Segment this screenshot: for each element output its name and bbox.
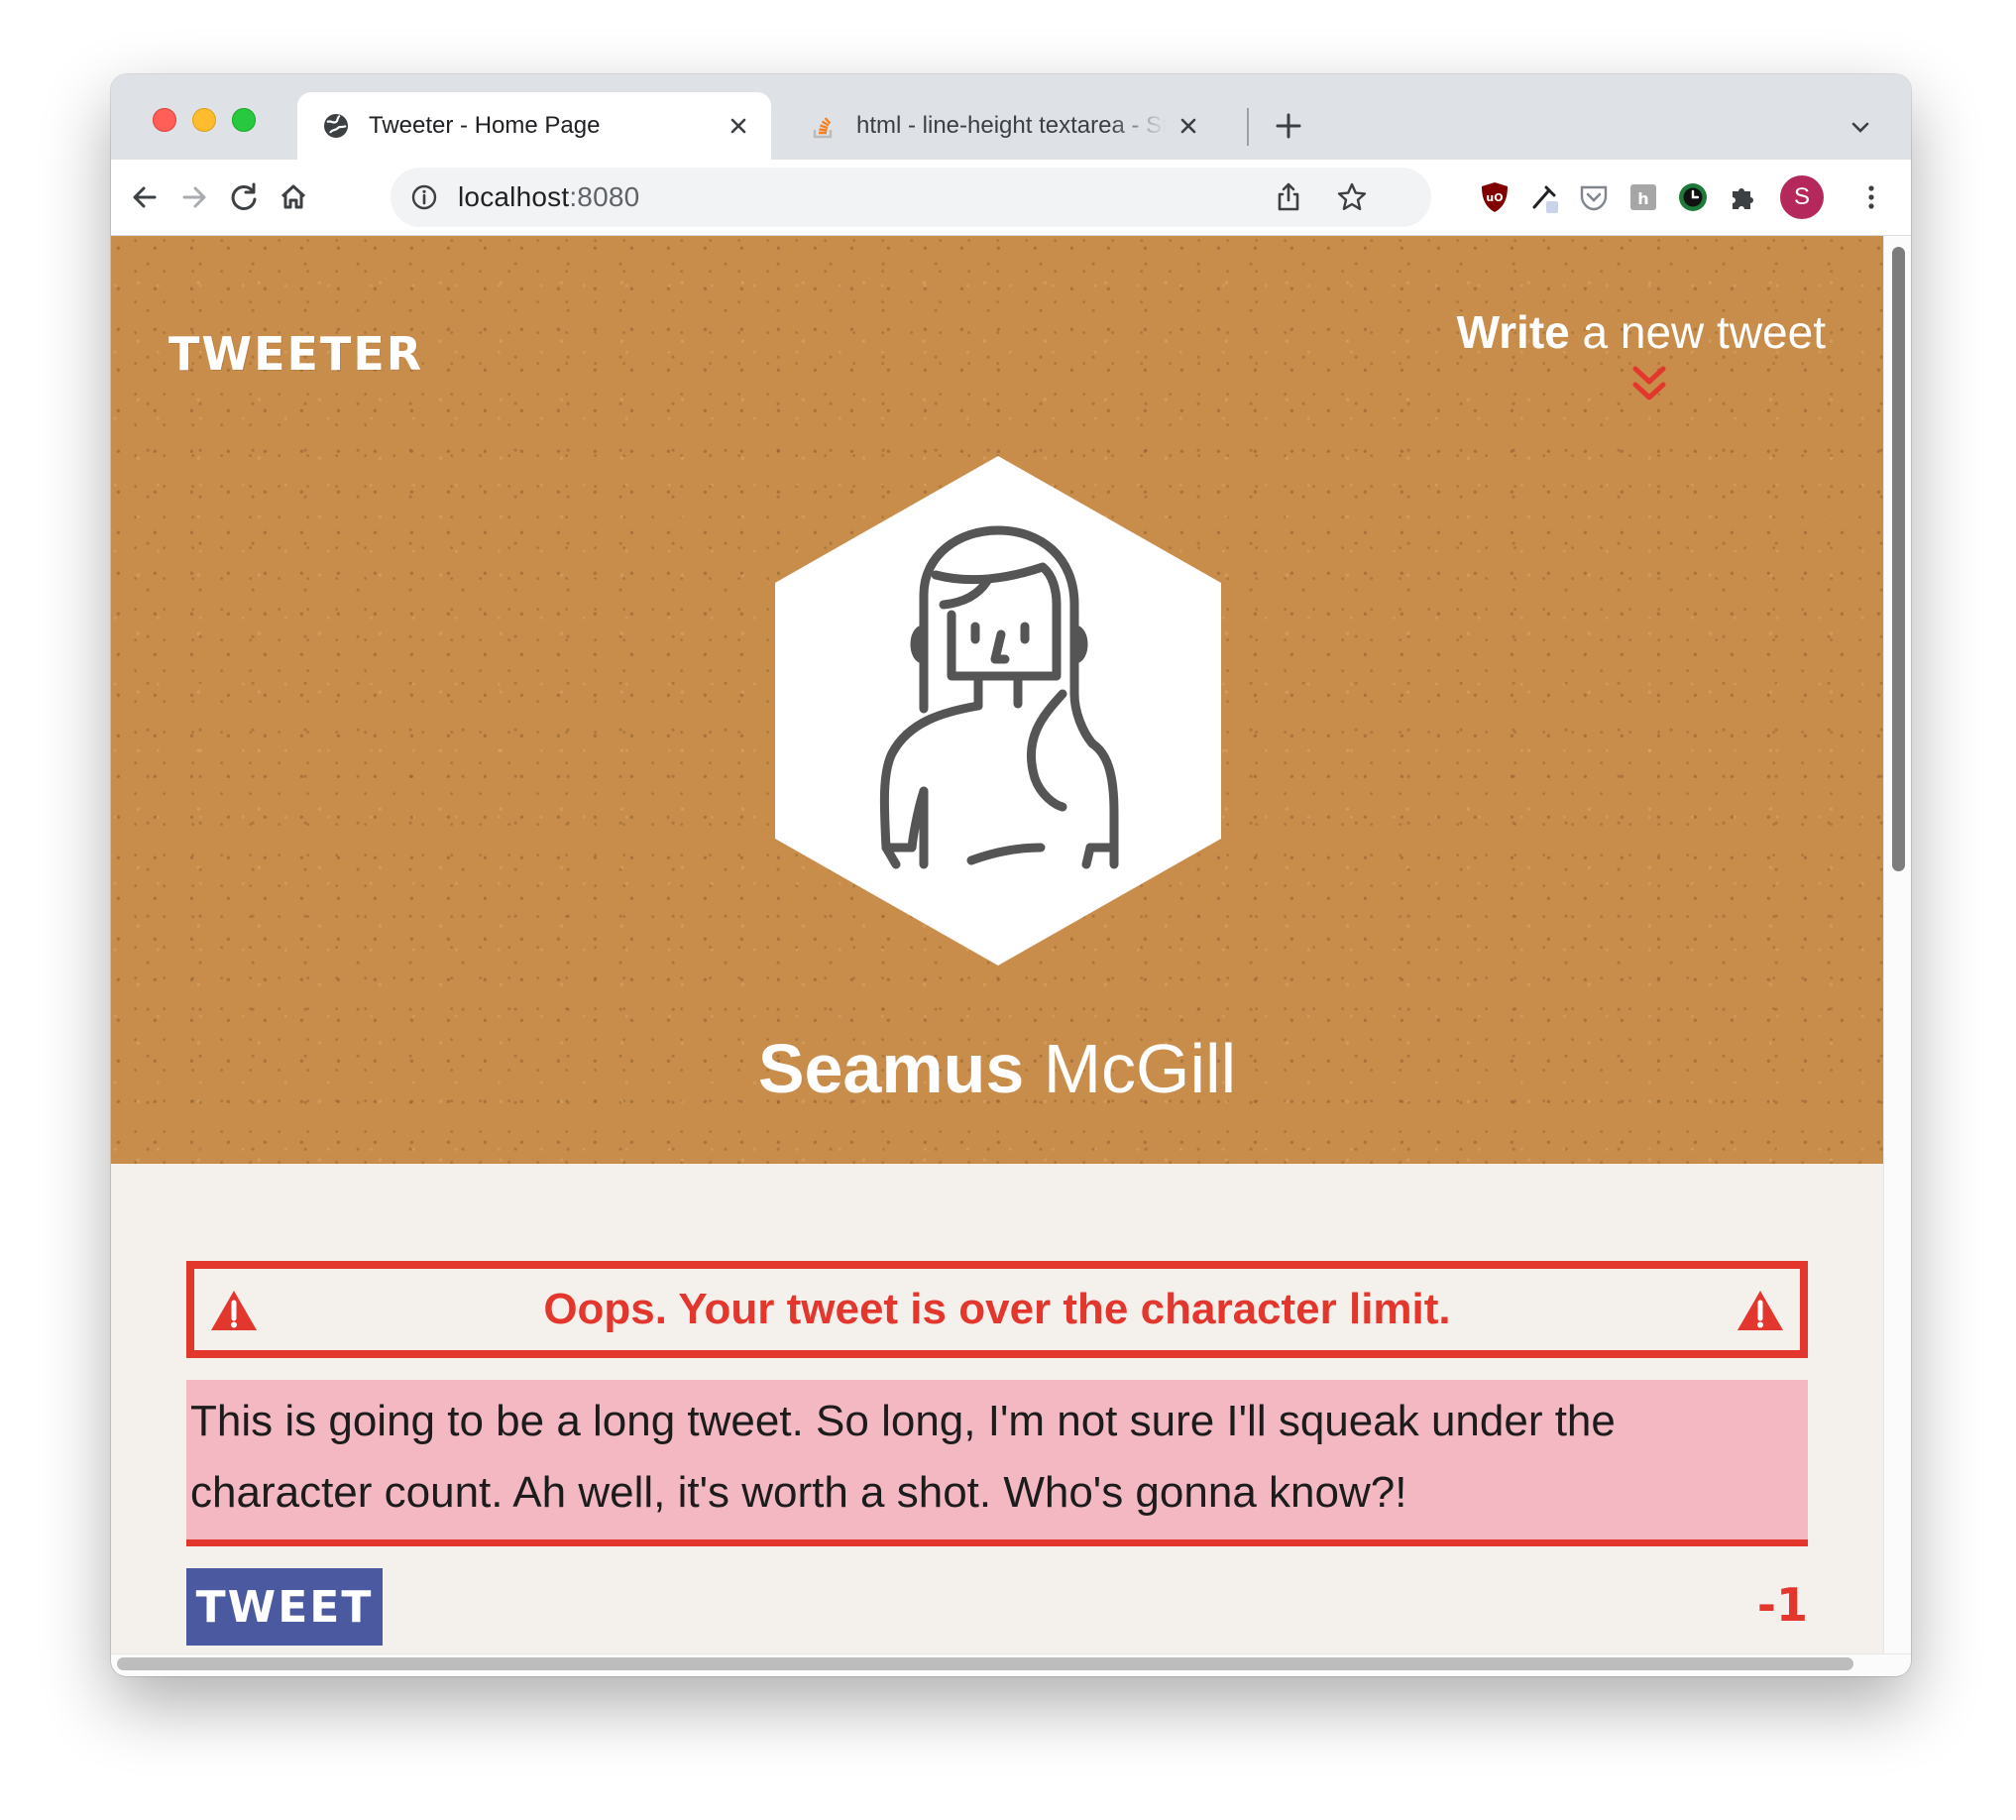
bookmark-star-icon[interactable] <box>1334 179 1370 215</box>
ublock-origin-icon[interactable]: uO <box>1477 179 1512 215</box>
warning-icon <box>1737 1291 1783 1330</box>
tab-tweeter[interactable]: Tweeter - Home Page <box>297 92 771 160</box>
profile-header: TWEETER Write a new tweet Seamus McGill <box>111 236 1883 1164</box>
share-icon[interactable] <box>1271 179 1306 215</box>
character-counter: -1 <box>1756 1578 1808 1632</box>
write-new-tweet-link[interactable]: Write a new tweet <box>1457 305 1826 359</box>
profile-avatar[interactable]: S <box>1780 175 1824 219</box>
svg-text:h: h <box>1637 189 1648 208</box>
profile-name: Seamus McGill <box>111 1029 1883 1108</box>
back-arrow-icon[interactable] <box>125 177 165 217</box>
chevron-down-icon[interactable] <box>1846 112 1875 142</box>
puzzle-icon[interactable] <box>1725 179 1760 215</box>
first-name: Seamus <box>757 1030 1025 1107</box>
clock-icon[interactable] <box>1675 179 1711 215</box>
info-icon[interactable] <box>410 183 438 211</box>
tab-title: Tweeter - Home Page <box>369 112 601 139</box>
minimize-window-button[interactable] <box>192 108 216 132</box>
reload-icon[interactable] <box>224 177 264 217</box>
browser-toolbar: localhost:8080 uO h S <box>111 160 1911 236</box>
globe-icon <box>324 114 348 138</box>
warning-icon <box>211 1291 257 1330</box>
forward-arrow-icon[interactable] <box>174 177 214 217</box>
page-viewport: TWEETER Write a new tweet Seamus McGill … <box>111 236 1883 1653</box>
tab-strip: Tweeter - Home Page html - line-height t… <box>111 74 1911 160</box>
browser-window: Tweeter - Home Page html - line-height t… <box>111 74 1911 1676</box>
tweet-textarea[interactable]: This is going to be a long tweet. So lon… <box>186 1380 1808 1546</box>
brand-logo[interactable]: TWEETER <box>168 327 423 381</box>
url-text: localhost:8080 <box>458 181 640 212</box>
pocket-icon[interactable] <box>1576 179 1612 215</box>
write-link-strong: Write <box>1456 306 1570 358</box>
svg-text:uO: uO <box>1486 191 1503 204</box>
address-bar[interactable]: localhost:8080 <box>391 168 1431 227</box>
double-chevron-down-icon[interactable] <box>1627 363 1671 406</box>
eyedropper-icon[interactable] <box>1526 179 1562 215</box>
zoom-window-button[interactable] <box>232 108 256 132</box>
write-link-rest: a new tweet <box>1569 306 1827 358</box>
horizontal-scrollbar-thumb[interactable] <box>117 1657 1853 1670</box>
more-menu-icon[interactable] <box>1853 179 1889 215</box>
profile-avatar-image <box>775 456 1221 966</box>
vertical-scrollbar-thumb[interactable] <box>1892 247 1905 871</box>
stackoverflow-icon <box>813 117 833 139</box>
tab-separator <box>1247 108 1249 146</box>
tab-stackoverflow[interactable]: html - line-height textarea - Stack Over… <box>785 92 1221 160</box>
close-tab-icon[interactable] <box>1174 111 1203 141</box>
close-window-button[interactable] <box>153 108 176 132</box>
home-icon[interactable] <box>274 177 313 217</box>
tweet-submit-button[interactable]: TWEET <box>186 1568 383 1646</box>
error-banner: Oops. Your tweet is over the character l… <box>186 1261 1808 1358</box>
tab-title: html - line-height textarea - Stack Over… <box>856 112 1166 139</box>
hypothesis-icon[interactable]: h <box>1625 179 1661 215</box>
last-name: McGill <box>1024 1030 1237 1107</box>
new-tab-icon[interactable] <box>1269 106 1308 146</box>
error-message: Oops. Your tweet is over the character l… <box>543 1285 1451 1333</box>
close-tab-icon[interactable] <box>724 111 753 141</box>
